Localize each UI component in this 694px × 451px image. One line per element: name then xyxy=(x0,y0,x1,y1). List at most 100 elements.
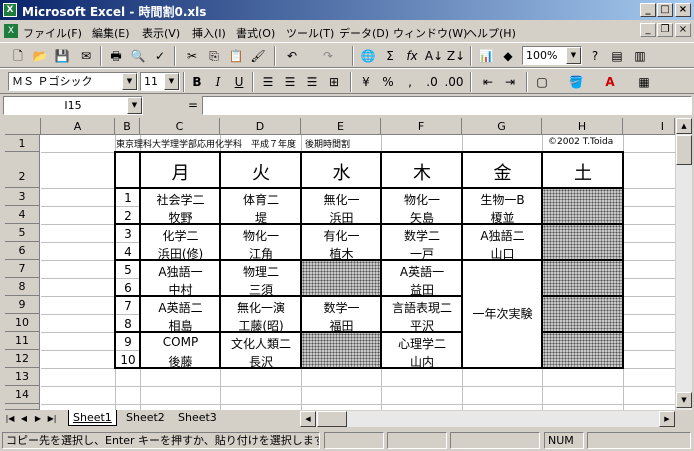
increase-indent-icon[interactable]: ⇥ xyxy=(500,72,520,92)
next-sheet-icon[interactable]: ▶ xyxy=(32,412,44,425)
function-icon[interactable]: fx xyxy=(402,46,422,66)
formula-input[interactable] xyxy=(202,96,692,115)
paste-icon[interactable]: 📋 xyxy=(226,46,246,66)
menu-help[interactable]: ヘルプ(H) xyxy=(466,25,516,41)
scroll-thumb[interactable] xyxy=(317,411,347,427)
chevron-down-icon[interactable]: ▼ xyxy=(566,47,581,64)
comma-button[interactable]: , xyxy=(400,72,420,92)
tab-sheet2[interactable]: Sheet2 xyxy=(122,410,169,426)
row-header-1[interactable]: 1 xyxy=(5,135,40,152)
spelling-icon[interactable]: ✓ xyxy=(150,46,170,66)
font-color-icon[interactable]: A xyxy=(600,72,620,92)
borders-icon[interactable]: ▢ xyxy=(532,72,552,92)
align-right-icon[interactable]: ☰ xyxy=(302,72,322,92)
first-sheet-icon[interactable]: |◀ xyxy=(4,412,16,425)
decrease-indent-icon[interactable]: ⇤ xyxy=(478,72,498,92)
prev-sheet-icon[interactable]: ◀ xyxy=(18,412,30,425)
workbook-icon[interactable]: X xyxy=(4,24,18,38)
menu-view[interactable]: 表示(V) xyxy=(142,25,180,41)
save-icon[interactable]: 💾 xyxy=(52,46,72,66)
column-header-i[interactable]: I xyxy=(623,118,675,135)
tab-sheet1[interactable]: Sheet1 xyxy=(68,410,117,426)
wb-restore-button[interactable]: ❐ xyxy=(657,23,673,37)
row-header-9[interactable]: 9 xyxy=(5,296,40,314)
row-header-12[interactable]: 12 xyxy=(5,350,40,368)
open-icon[interactable]: 📂 xyxy=(30,46,50,66)
underline-button[interactable]: U xyxy=(229,72,249,92)
fill-color-icon[interactable]: 🪣 xyxy=(566,72,586,92)
name-box[interactable]: I15 ▼ xyxy=(3,96,143,115)
sort-descending-icon[interactable]: Z↓ xyxy=(446,46,466,66)
wb-close-button[interactable]: × xyxy=(675,23,691,37)
wb-minimize-button[interactable]: _ xyxy=(640,23,656,37)
format-painter-icon[interactable]: 🖌 xyxy=(248,46,268,66)
sort-ascending-icon[interactable]: A↓ xyxy=(424,46,444,66)
menu-format[interactable]: 書式(O) xyxy=(236,25,275,41)
menu-insert[interactable]: 挿入(I) xyxy=(192,25,226,41)
cut-icon[interactable]: ✂ xyxy=(182,46,202,66)
align-left-icon[interactable]: ☰ xyxy=(258,72,278,92)
column-header-g[interactable]: G xyxy=(462,118,542,135)
menu-edit[interactable]: 編集(E) xyxy=(92,25,130,41)
zoom-select[interactable]: 100% ▼ xyxy=(522,46,582,65)
currency-icon[interactable]: ¥ xyxy=(356,72,376,92)
percent-button[interactable]: % xyxy=(378,72,398,92)
row-header-4[interactable]: 4 xyxy=(5,206,40,224)
row-header-6[interactable]: 6 xyxy=(5,242,40,260)
scroll-right-icon[interactable]: ▶ xyxy=(659,411,675,427)
decrease-decimal-icon[interactable]: .00 xyxy=(444,72,464,92)
column-header-b[interactable]: B xyxy=(115,118,140,135)
vertical-scrollbar[interactable]: ▲ ▼ xyxy=(675,118,692,410)
menu-data[interactable]: データ(D) xyxy=(339,25,389,41)
hyperlink-icon[interactable]: 🌐 xyxy=(358,46,378,66)
column-header-e[interactable]: E xyxy=(301,118,381,135)
row-header-11[interactable]: 11 xyxy=(5,332,40,350)
print-preview-icon[interactable]: 🔍 xyxy=(128,46,148,66)
drawing-icon[interactable]: ◆ xyxy=(498,46,518,66)
column-header-f[interactable]: F xyxy=(381,118,462,135)
redo-icon[interactable]: ↷ xyxy=(318,46,338,66)
toolbar-options-icon[interactable]: ▥ xyxy=(630,46,650,66)
italic-button[interactable]: I xyxy=(208,72,228,92)
print-icon[interactable]: 🖶 xyxy=(106,46,126,66)
row-header-7[interactable]: 7 xyxy=(5,260,40,278)
scroll-left-icon[interactable]: ◀ xyxy=(300,411,316,427)
scroll-up-icon[interactable]: ▲ xyxy=(676,118,692,134)
merge-center-icon[interactable]: ⊞ xyxy=(324,72,344,92)
column-header-h[interactable]: H xyxy=(542,118,623,135)
increase-decimal-icon[interactable]: .0 xyxy=(422,72,442,92)
menu-window[interactable]: ウィンドウ(W) xyxy=(393,25,467,41)
pattern-icon[interactable]: ▦ xyxy=(634,72,654,92)
email-icon[interactable]: ✉ xyxy=(76,46,96,66)
row-header-5[interactable]: 5 xyxy=(5,224,40,242)
menu-tools[interactable]: ツール(T) xyxy=(286,25,334,41)
new-icon[interactable]: 🗋 xyxy=(8,46,28,66)
row-header-13[interactable]: 13 xyxy=(5,368,40,386)
maximize-button[interactable]: □ xyxy=(657,3,673,17)
tab-sheet3[interactable]: Sheet3 xyxy=(174,410,221,426)
menu-file[interactable]: ファイル(F) xyxy=(23,25,82,41)
chevron-down-icon[interactable]: ▼ xyxy=(122,73,137,90)
font-size-select[interactable]: 11 ▼ xyxy=(140,72,180,91)
close-button[interactable]: × xyxy=(675,3,691,17)
column-header-a[interactable]: A xyxy=(41,118,115,135)
row-header-2[interactable]: 2 xyxy=(5,152,40,188)
undo-icon[interactable]: ↶ xyxy=(282,46,302,66)
chevron-down-icon[interactable]: ▼ xyxy=(164,73,179,90)
help-icon[interactable]: ? xyxy=(585,46,605,66)
equals-icon[interactable]: = xyxy=(188,98,198,112)
column-header-c[interactable]: C xyxy=(140,118,220,135)
column-header-d[interactable]: D xyxy=(220,118,301,135)
select-all-corner[interactable] xyxy=(5,118,41,135)
worksheet-grid[interactable]: A B C D E F G H I 1 2 3 4 5 6 7 8 9 10 1… xyxy=(5,118,675,410)
excel-app-icon[interactable]: X xyxy=(3,3,17,17)
chevron-down-icon[interactable]: ▼ xyxy=(127,97,142,114)
font-select[interactable]: ＭＳ Ｐゴシック ▼ xyxy=(8,72,138,91)
autosum-icon[interactable]: Σ xyxy=(380,46,400,66)
scroll-down-icon[interactable]: ▼ xyxy=(676,392,692,408)
bold-button[interactable]: B xyxy=(187,72,207,92)
row-header-10[interactable]: 10 xyxy=(5,314,40,332)
office-assistant-icon[interactable]: ▤ xyxy=(607,46,627,66)
align-center-icon[interactable]: ☰ xyxy=(280,72,300,92)
minimize-button[interactable]: _ xyxy=(640,3,656,17)
